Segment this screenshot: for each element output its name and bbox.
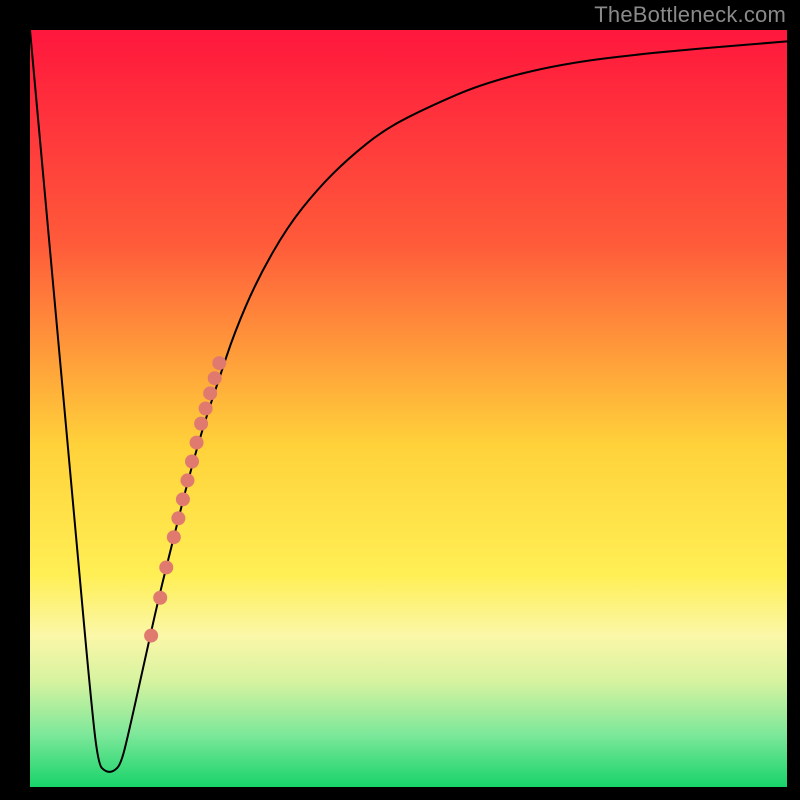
plot-area [30,30,787,787]
highlight-point [194,417,208,431]
highlight-point [212,356,226,370]
highlight-point [199,402,213,416]
highlight-point [159,560,173,574]
gradient-background [30,30,787,787]
highlight-point [171,511,185,525]
highlight-point [180,473,194,487]
highlight-point [167,530,181,544]
highlight-point [208,371,222,385]
chart-frame: TheBottleneck.com [0,0,800,800]
highlight-point [185,454,199,468]
chart-svg [30,30,787,787]
highlight-point [176,492,190,506]
watermark-text: TheBottleneck.com [594,2,786,28]
highlight-point [190,436,204,450]
highlight-point [203,386,217,400]
highlight-point [144,629,158,643]
highlight-point [153,591,167,605]
